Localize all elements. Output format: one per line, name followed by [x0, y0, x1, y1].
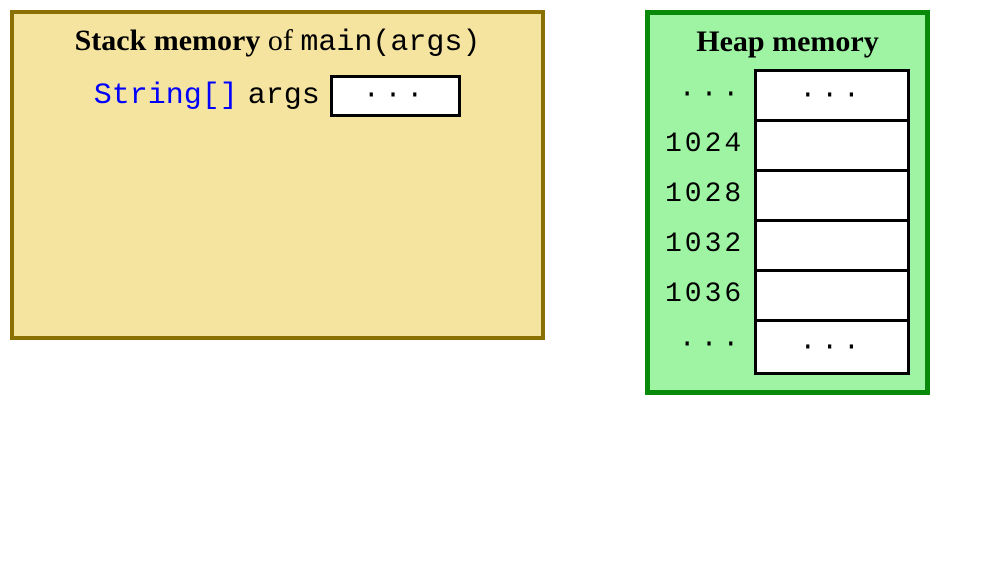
stack-title: Stack memory of main(args) — [34, 24, 521, 60]
variable-name: args — [248, 79, 320, 113]
stack-title-bold: Stack memory — [75, 24, 261, 57]
heap-table: ··· 1024 1028 1032 1036 ··· ··· ··· — [665, 69, 910, 375]
heap-address: 1032 — [665, 219, 744, 269]
heap-address: 1024 — [665, 119, 744, 169]
stack-title-of: of — [260, 24, 300, 57]
stack-variable-row: String[] args ··· — [34, 75, 521, 117]
heap-cell — [757, 122, 907, 172]
heap-cell — [757, 222, 907, 272]
heap-value-column: ··· ··· — [754, 69, 910, 375]
heap-cell: ··· — [757, 72, 907, 122]
heap-cell: ··· — [757, 322, 907, 372]
heap-address: 1028 — [665, 169, 744, 219]
stack-memory-box: Stack memory of main(args) String[] args… — [10, 10, 545, 340]
heap-address: ··· — [665, 69, 744, 119]
heap-memory-box: Heap memory ··· 1024 1028 1032 1036 ··· … — [645, 10, 930, 395]
variable-value-box: ··· — [330, 75, 461, 117]
variable-type: String[] — [94, 79, 238, 113]
heap-address: ··· — [665, 319, 744, 369]
memory-diagram: Stack memory of main(args) String[] args… — [10, 10, 997, 395]
heap-title: Heap memory — [665, 25, 910, 59]
heap-address: 1036 — [665, 269, 744, 319]
stack-title-mono: main(args) — [300, 26, 480, 60]
heap-address-column: ··· 1024 1028 1032 1036 ··· — [665, 69, 754, 369]
heap-cell — [757, 272, 907, 322]
heap-cell — [757, 172, 907, 222]
